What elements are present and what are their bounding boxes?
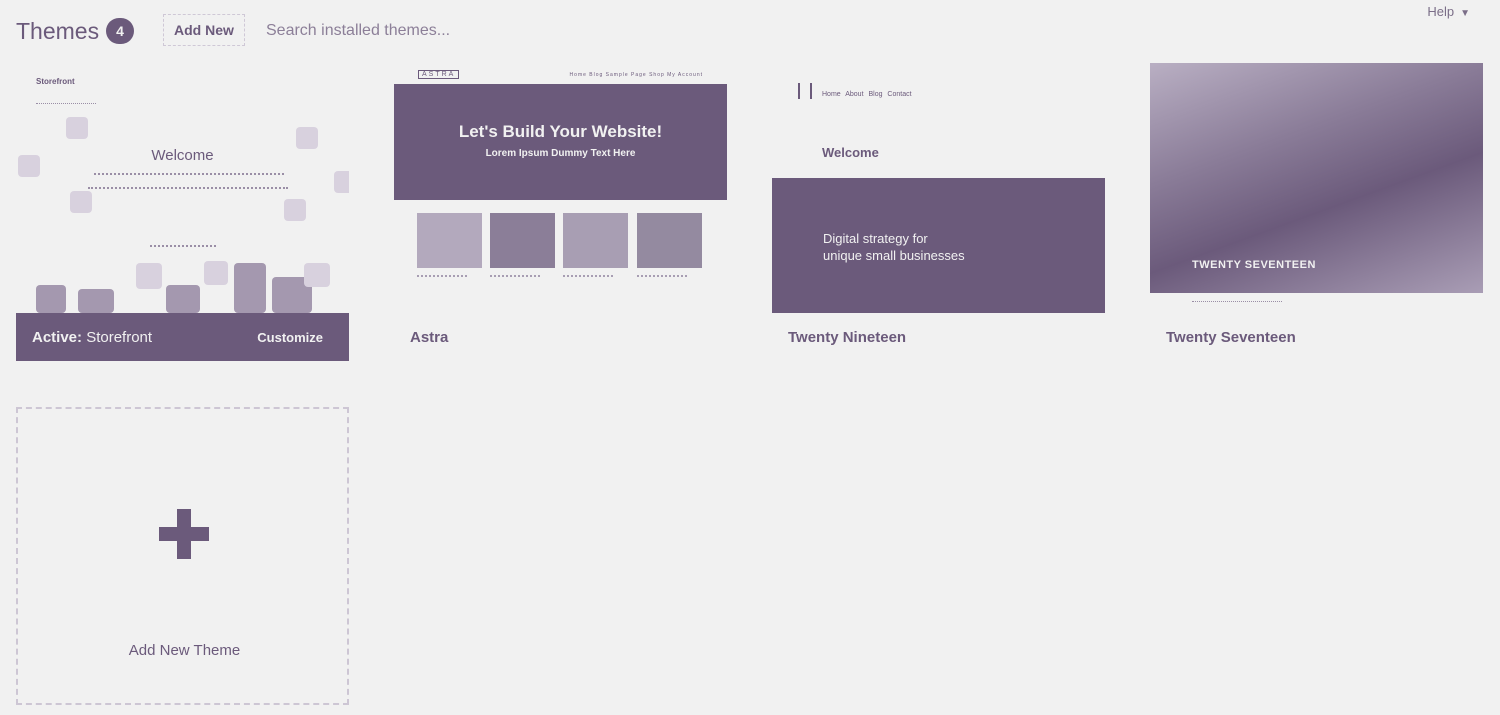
product-image bbox=[166, 285, 200, 313]
preview-nav: Home About Blog Contact bbox=[822, 91, 912, 98]
preview-image bbox=[417, 213, 482, 268]
preview-menu: Home Blog Sample Page Shop My Account bbox=[569, 72, 703, 78]
wordpress-logo-icon bbox=[798, 83, 812, 99]
active-prefix: Active: bbox=[32, 328, 83, 346]
preview-caption bbox=[490, 275, 540, 277]
theme-screenshot[interactable]: Storefront Welcome bbox=[16, 63, 349, 313]
active-theme-label: Active: Storefront bbox=[32, 329, 152, 346]
help-label: Help bbox=[1427, 4, 1455, 19]
preview-hero-line: unique small businesses bbox=[823, 248, 965, 263]
product-image bbox=[70, 191, 92, 213]
theme-card-storefront[interactable]: Storefront Welcome Active: Storefront Cu… bbox=[16, 63, 349, 361]
product-image bbox=[204, 261, 228, 285]
product-image bbox=[36, 285, 66, 313]
preview-heading: Welcome bbox=[822, 145, 879, 160]
add-new-button[interactable]: Add New bbox=[163, 14, 245, 46]
theme-card-twenty-seventeen[interactable]: TWENTY SEVENTEEN Twenty Seventeen bbox=[1150, 63, 1483, 361]
preview-caption bbox=[417, 275, 467, 277]
active-theme-bar: Active: Storefront Customize bbox=[16, 313, 349, 361]
preview-image bbox=[563, 213, 628, 268]
product-image bbox=[18, 155, 40, 177]
search-input[interactable] bbox=[258, 15, 558, 47]
preview-nav bbox=[1192, 301, 1282, 302]
preview-hero: Let's Build Your Website! Lorem Ipsum Du… bbox=[394, 84, 727, 200]
preview-logo: ASTRA bbox=[418, 70, 460, 79]
preview-hero: Digital strategy for unique small busine… bbox=[772, 178, 1105, 313]
theme-name: Astra bbox=[410, 329, 449, 346]
theme-card-astra[interactable]: ASTRA Home Blog Sample Page Shop My Acco… bbox=[394, 63, 727, 361]
product-image bbox=[66, 117, 88, 139]
page-title: Themes bbox=[16, 18, 100, 44]
preview-hero-subtitle: Lorem Ipsum Dummy Text Here bbox=[485, 148, 636, 159]
theme-card-twenty-nineteen[interactable]: Home About Blog Contact Welcome Digital … bbox=[772, 63, 1105, 361]
product-image bbox=[78, 289, 114, 313]
preview-caption bbox=[637, 275, 687, 277]
page-header: Themes 4 Add New Help ▼ bbox=[0, 0, 1500, 60]
preview-image bbox=[490, 213, 555, 268]
theme-count-badge: 4 bbox=[106, 18, 134, 44]
product-image bbox=[136, 263, 162, 289]
preview-hero-line: Digital strategy for bbox=[823, 231, 928, 246]
preview-logo: Storefront bbox=[36, 77, 75, 86]
preview-heading: Welcome bbox=[151, 147, 214, 164]
add-new-theme-card[interactable]: Add New Theme bbox=[16, 407, 349, 705]
preview-hero-title: Let's Build Your Website! bbox=[458, 122, 663, 141]
product-image bbox=[304, 263, 330, 287]
theme-name: Storefront bbox=[86, 328, 153, 346]
preview-hero-text: Digital strategy for unique small busine… bbox=[823, 230, 965, 264]
product-image bbox=[234, 263, 266, 313]
theme-name: Twenty Nineteen bbox=[788, 329, 907, 346]
theme-screenshot[interactable]: TWENTY SEVENTEEN bbox=[1150, 63, 1483, 313]
theme-name: Twenty Seventeen bbox=[1166, 329, 1296, 346]
help-tab-button[interactable]: Help ▼ bbox=[1427, 4, 1470, 19]
preview-nav bbox=[36, 103, 96, 105]
product-image bbox=[296, 127, 318, 149]
preview-hero-title: TWENTY SEVENTEEN bbox=[1192, 259, 1316, 271]
preview-image bbox=[637, 213, 702, 268]
product-image bbox=[334, 171, 349, 193]
theme-screenshot[interactable]: ASTRA Home Blog Sample Page Shop My Acco… bbox=[394, 63, 727, 313]
product-image bbox=[284, 199, 306, 221]
theme-screenshot[interactable]: Home About Blog Contact Welcome Digital … bbox=[772, 63, 1105, 313]
preview-caption bbox=[563, 275, 613, 277]
customize-button[interactable]: Customize bbox=[257, 330, 323, 345]
preview-text-line bbox=[94, 173, 284, 175]
plus-icon bbox=[159, 509, 209, 559]
preview-text-line bbox=[150, 245, 216, 247]
preview-text-line bbox=[88, 187, 288, 189]
caret-down-icon: ▼ bbox=[1460, 8, 1470, 19]
add-new-theme-label: Add New Theme bbox=[128, 642, 241, 659]
